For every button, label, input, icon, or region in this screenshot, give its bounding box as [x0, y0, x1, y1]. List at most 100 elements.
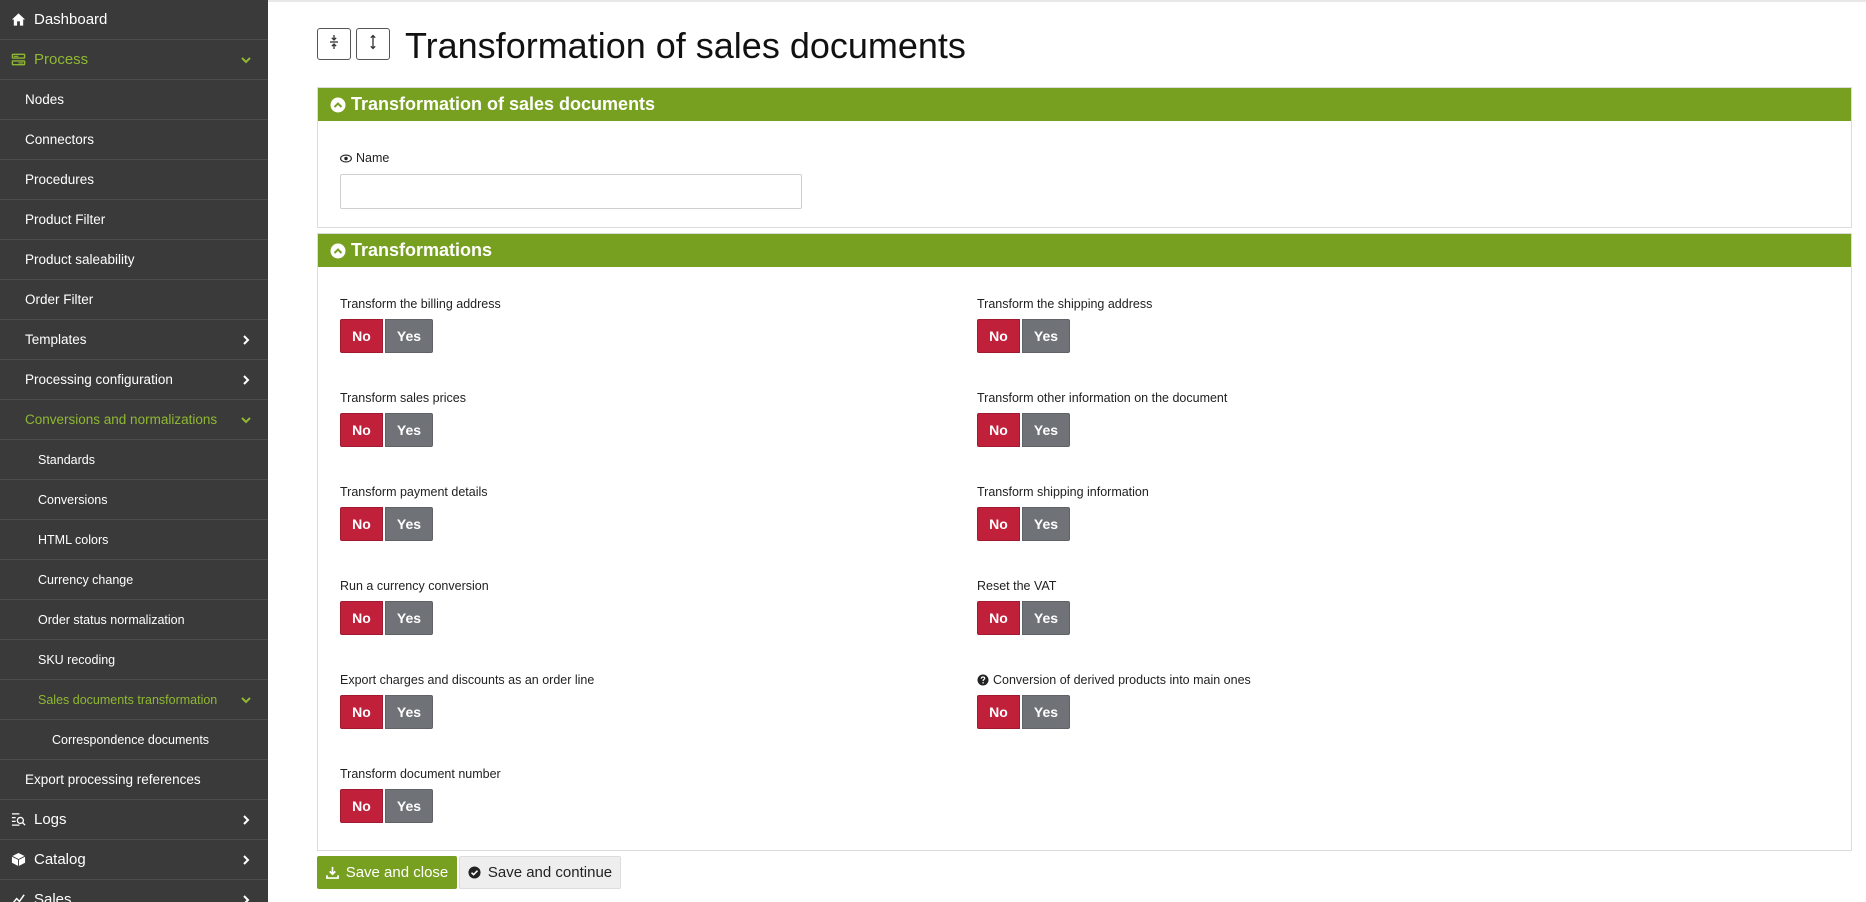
yes-button[interactable]: Yes	[1022, 319, 1070, 353]
yes-button[interactable]: Yes	[1022, 507, 1070, 541]
sidebar-item-correspondence-documents[interactable]: Correspondence documents	[0, 720, 268, 760]
save-and-close-button[interactable]: Save and close	[317, 856, 457, 889]
field-label-other-information: Transform other information on the docum…	[977, 391, 1228, 405]
no-button[interactable]: No	[977, 413, 1020, 447]
no-button[interactable]: No	[977, 319, 1020, 353]
field-label-derived-products: Conversion of derived products into main…	[977, 673, 1251, 687]
toggle-reset-vat: No Yes	[977, 601, 1070, 635]
chart-line-icon	[10, 892, 26, 902]
sidebar-item-product-saleability[interactable]: Product saleability	[0, 240, 268, 280]
toggle-other-information: No Yes	[977, 413, 1070, 447]
name-label: Name	[340, 151, 389, 165]
field-label-payment-details: Transform payment details	[340, 485, 488, 499]
yes-button[interactable]: Yes	[1022, 601, 1070, 635]
sidebar-item-sku-recoding[interactable]: SKU recoding	[0, 640, 268, 680]
sidebar: Dashboard Process Nodes Connectors Proce…	[0, 0, 268, 902]
sidebar-item-label: Product Filter	[25, 212, 106, 227]
panel-header[interactable]: Transformation of sales documents	[318, 88, 1851, 121]
name-input[interactable]	[340, 174, 802, 209]
save-and-continue-button[interactable]: Save and continue	[459, 856, 621, 889]
yes-button[interactable]: Yes	[385, 507, 433, 541]
sidebar-item-label: Processing configuration	[25, 372, 173, 387]
sidebar-item-export-processing-references[interactable]: Export processing references	[0, 760, 268, 800]
sidebar-item-templates[interactable]: Templates	[0, 320, 268, 360]
sidebar-item-html-colors[interactable]: HTML colors	[0, 520, 268, 560]
sidebar-item-label: Order Filter	[25, 292, 94, 307]
sidebar-item-catalog[interactable]: Catalog	[0, 840, 268, 880]
no-button[interactable]: No	[340, 507, 383, 541]
sidebar-item-label: Conversions and normalizations	[25, 412, 218, 427]
check-circle-icon	[468, 866, 481, 879]
sidebar-item-logs[interactable]: Logs	[0, 800, 268, 840]
field-label-reset-vat: Reset the VAT	[977, 579, 1057, 593]
no-button[interactable]: No	[977, 601, 1020, 635]
no-button[interactable]: No	[977, 507, 1020, 541]
yes-button[interactable]: Yes	[385, 695, 433, 729]
no-button[interactable]: No	[340, 601, 383, 635]
sidebar-item-sales-documents-transformation[interactable]: Sales documents transformation	[0, 680, 268, 720]
sidebar-item-label: Sales	[34, 891, 72, 902]
chevron-right-icon	[240, 854, 252, 866]
search-list-icon	[10, 812, 26, 828]
sidebar-item-label: Export processing references	[25, 772, 201, 787]
panel-header[interactable]: Transformations	[318, 234, 1851, 267]
sidebar-item-order-filter[interactable]: Order Filter	[0, 280, 268, 320]
top-border	[268, 0, 1866, 2]
question-circle-icon[interactable]	[977, 674, 989, 686]
sidebar-item-label: Catalog	[34, 851, 86, 868]
sidebar-item-label: Correspondence documents	[52, 732, 210, 747]
chevron-right-icon	[240, 334, 252, 346]
yes-button[interactable]: Yes	[1022, 413, 1070, 447]
no-button[interactable]: No	[340, 413, 383, 447]
sidebar-item-standards[interactable]: Standards	[0, 440, 268, 480]
chevron-right-icon	[240, 894, 252, 902]
toggle-currency-conversion: No Yes	[340, 601, 433, 635]
sidebar-item-conversions-and-normalizations[interactable]: Conversions and normalizations	[0, 400, 268, 440]
yes-button[interactable]: Yes	[385, 789, 433, 823]
sidebar-item-dashboard[interactable]: Dashboard	[0, 0, 268, 40]
home-icon	[10, 12, 26, 28]
toggle-payment-details: No Yes	[340, 507, 433, 541]
sidebar-item-order-status-normalization[interactable]: Order status normalization	[0, 600, 268, 640]
field-label-document-number: Transform document number	[340, 767, 501, 781]
sidebar-item-nodes[interactable]: Nodes	[0, 80, 268, 120]
toggle-billing-address: No Yes	[340, 319, 433, 353]
sidebar-item-process[interactable]: Process	[0, 40, 268, 80]
box-icon	[10, 852, 26, 868]
sidebar-item-connectors[interactable]: Connectors	[0, 120, 268, 160]
sidebar-item-conversions[interactable]: Conversions	[0, 480, 268, 520]
no-button[interactable]: No	[340, 319, 383, 353]
sidebar-item-product-filter[interactable]: Product Filter	[0, 200, 268, 240]
chevron-right-icon	[240, 814, 252, 826]
sidebar-item-processing-configuration[interactable]: Processing configuration	[0, 360, 268, 400]
sidebar-item-label: HTML colors	[38, 532, 109, 547]
yes-button[interactable]: Yes	[385, 413, 433, 447]
no-button[interactable]: No	[977, 695, 1020, 729]
sidebar-item-label: Connectors	[25, 132, 95, 147]
sliders-icon	[10, 52, 26, 68]
expand-all-button[interactable]	[356, 28, 390, 60]
sidebar-item-currency-change[interactable]: Currency change	[0, 560, 268, 600]
yes-button[interactable]: Yes	[385, 319, 433, 353]
collapse-all-button[interactable]	[317, 28, 351, 60]
save-and-continue-label: Save and continue	[487, 864, 613, 881]
field-label-sales-prices: Transform sales prices	[340, 391, 466, 405]
eye-icon	[340, 154, 352, 162]
sidebar-item-label: Conversions	[38, 492, 108, 507]
sidebar-item-label: Logs	[34, 811, 67, 828]
toggle-shipping-address: No Yes	[977, 319, 1070, 353]
no-button[interactable]: No	[340, 789, 383, 823]
name-label-text: Name	[356, 151, 390, 165]
toggle-sales-prices: No Yes	[340, 413, 433, 447]
sidebar-item-procedures[interactable]: Procedures	[0, 160, 268, 200]
toggle-document-number: No Yes	[340, 789, 433, 823]
panel-title: Transformation of sales documents	[351, 94, 656, 114]
yes-button[interactable]: Yes	[385, 601, 433, 635]
sidebar-item-sales[interactable]: Sales	[0, 880, 268, 902]
field-label-shipping-address: Transform the shipping address	[977, 297, 1153, 311]
field-label-charges-discounts: Export charges and discounts as an order…	[340, 673, 595, 687]
panel-transformations: Transformations Transform the billing ad…	[317, 233, 1852, 851]
yes-button[interactable]: Yes	[1022, 695, 1070, 729]
no-button[interactable]: No	[340, 695, 383, 729]
chevron-down-icon	[240, 54, 252, 66]
